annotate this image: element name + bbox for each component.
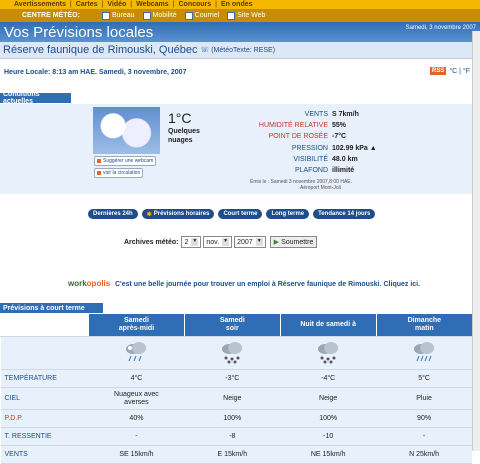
desktop-icon (101, 11, 110, 20)
short-term-table: Samedi après-midi Samedi soir Nuit de same… (0, 314, 472, 464)
centre-meteo-bar: CENTRE MÉTÉO: Bureau Mobilité Courriel S… (0, 9, 480, 22)
scrollbar[interactable] (472, 31, 480, 451)
period-4-header: Dimanche matin (375, 314, 472, 337)
workopolis-logo[interactable]: workopolis (68, 279, 110, 288)
short-term-header: Prévisions à court terme (0, 303, 103, 313)
top-nav: Avertissements | Cartes | Vidéo | Webcams | … (0, 0, 480, 9)
traffic-button[interactable]: voir la circulation (94, 168, 144, 178)
period-2-header: Samedi soir (183, 314, 281, 337)
snow-icon (219, 340, 245, 364)
job-link[interactable]: C'est une belle journée pour trouver un … (115, 281, 420, 288)
unit-toolbar: RSS °C | °F (430, 67, 470, 75)
phone-icon (142, 11, 151, 20)
page-title: Vos Prévisions locales (4, 23, 154, 41)
row-pop: P.D.P. 40% 100% 100% 90% (0, 409, 472, 428)
archive-year-select[interactable]: 2007 ▼ (234, 236, 266, 248)
station-name: Aéroport Mont-Joli (300, 185, 341, 191)
period-1-header: Samedi après-midi (88, 314, 185, 337)
rss-icon[interactable]: RSS (430, 67, 447, 75)
snow-icon (315, 340, 341, 364)
current-temperature: 1°C (168, 110, 192, 126)
phone-icon: ☏ (200, 47, 210, 54)
nav-concours[interactable]: Concours (179, 1, 212, 8)
chevron-down-icon: ▼ (255, 238, 263, 246)
sky-photo (93, 107, 160, 154)
nav-cartes[interactable]: Cartes (76, 1, 98, 8)
star-icon: ✱ (146, 211, 152, 218)
subnav-siteweb[interactable]: Site Web (227, 11, 265, 20)
subnav-courriel[interactable]: Courriel (184, 11, 219, 20)
chevron-down-icon: ▼ (191, 238, 199, 246)
meteotexte-code[interactable]: (MétéoTexte: RESE) (211, 47, 275, 54)
page-banner: Vos Prévisions locales Samedi, 3 novembr… (0, 22, 480, 42)
tab-long-terme[interactable]: Long terme (266, 209, 310, 219)
webcam-icon (97, 159, 101, 163)
nav-video[interactable]: Vidéo (107, 1, 126, 8)
current-condition: Quelques nuages (168, 128, 200, 144)
banner-date: Samedi, 3 novembre 2007 (405, 25, 476, 31)
centre-meteo-label: CENTRE MÉTÉO: (22, 12, 80, 19)
forecast-tabs: Dernières 24h ✱ Prévisions horaires Court… (88, 209, 379, 219)
location-bar: Réserve faunique de Rimouski, Québec ☏ (… (0, 42, 480, 59)
subnav-bureau[interactable]: Bureau (101, 11, 135, 20)
local-time: Heure Locale: 8:13 am HAE. Samedi, 3 nov… (4, 69, 187, 76)
archive-label: Archives météo: (124, 238, 179, 246)
row-feels-like: T. RESSENTIE - -8 -10 - (0, 427, 472, 446)
archive-day-select[interactable]: 2 ▼ (181, 236, 202, 248)
tab-dernieres-24h[interactable]: Dernières 24h (88, 209, 138, 219)
tab-court-terme[interactable]: Court terme (218, 209, 263, 219)
nav-en-ondes[interactable]: En ondes (221, 1, 253, 8)
web-icon (227, 11, 236, 20)
row-temperature: TEMPÉRATURE 4°C -3°C -4°C 5°C (0, 369, 472, 388)
subnav-mobilite[interactable]: Mobilité (142, 11, 177, 20)
row-wind: VENTS SE 15km/h E 15km/h NE 15km/h N 25k… (0, 445, 472, 464)
nav-avertissements[interactable]: Avertissements (14, 1, 66, 8)
row-sky: CIEL Nuageux avec averses Neige Neige Plu… (0, 387, 472, 410)
period-3-header: Nuit de samedi à (279, 314, 377, 337)
current-conditions-header: Conditions actuelles (0, 91, 71, 105)
mail-icon (184, 11, 193, 20)
location-name: Réserve faunique de Rimouski, Québec (3, 44, 198, 56)
archive-form: Archives météo: 2 ▼ nov. ▼ 2007 ▼ ▶ Soumettr… (124, 236, 318, 248)
nav-webcams[interactable]: Webcams (136, 1, 169, 8)
tab-tendance-14-jours[interactable]: Tendance 14 jours (313, 209, 376, 219)
unit-toggle[interactable]: °C | °F (449, 68, 470, 75)
tab-previsions-horaires[interactable]: ✱ Prévisions horaires (141, 209, 215, 219)
suggest-webcam-button[interactable]: Suggérer une webcam (94, 156, 157, 166)
archive-month-select[interactable]: nov. ▼ (203, 236, 233, 248)
car-icon (97, 171, 101, 175)
chevron-down-icon: ▼ (222, 238, 230, 246)
archive-submit-button[interactable]: ▶ Soumettre (269, 236, 318, 248)
rain-icon (411, 340, 437, 364)
current-conditions-panel (0, 104, 480, 194)
play-icon: ▶ (273, 239, 280, 246)
rain-showers-icon (123, 340, 149, 364)
